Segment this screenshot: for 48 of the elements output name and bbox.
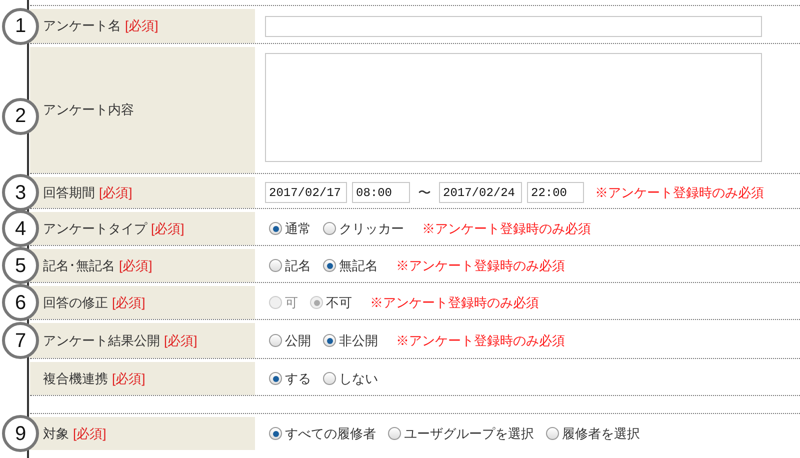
radio-option[interactable]: クリッカー — [323, 218, 404, 238]
radio-option[interactable]: ユーザグループを選択 — [388, 424, 534, 444]
required-mark: [必須] — [73, 424, 106, 443]
date-field[interactable]: 2017/02/24 — [439, 182, 522, 203]
range-separator: 〜 — [417, 184, 432, 202]
step-number: 6 — [2, 284, 39, 321]
step-number: 4 — [2, 210, 39, 247]
radio-option[interactable]: 無記名 — [323, 256, 378, 276]
required-note: ※アンケート登録時のみ必須 — [396, 332, 565, 350]
field-label: 記名･無記名 — [43, 256, 115, 275]
field-label: アンケート結果公開 — [43, 332, 160, 350]
radio-option[interactable]: 非公開 — [323, 330, 378, 350]
step-number: 2 — [2, 98, 39, 134]
required-note: ※アンケート登録時のみ必須 — [422, 220, 591, 238]
field-label: アンケートタイプ — [43, 220, 147, 238]
text-field[interactable] — [265, 16, 762, 36]
textarea-field[interactable] — [265, 53, 762, 162]
field-label: 回答期間 — [43, 184, 95, 202]
radio-option[interactable]: する — [269, 368, 311, 388]
radio-option[interactable]: 公開 — [269, 330, 311, 350]
required-mark: [必須] — [112, 294, 146, 312]
date-field[interactable]: 2017/02/17 — [265, 182, 347, 203]
required-mark: [必須] — [164, 332, 198, 350]
required-mark: [必須] — [151, 220, 184, 238]
radio-option[interactable]: しない — [323, 368, 378, 388]
step-number: 3 — [2, 174, 39, 211]
time-field[interactable]: 08:00 — [352, 182, 410, 203]
radio-option[interactable]: 記名 — [269, 256, 311, 276]
required-mark: [必須] — [119, 256, 152, 275]
radio-option[interactable]: すべての履修者 — [269, 424, 376, 444]
required-note: ※アンケート登録時のみ必須 — [595, 184, 764, 202]
field-label: 回答の修正 — [43, 294, 108, 312]
field-label: 複合機連携 — [43, 370, 108, 388]
field-label: アンケート名 — [43, 17, 121, 36]
field-label: アンケート内容 — [43, 101, 134, 120]
required-mark: [必須] — [125, 17, 158, 36]
step-number: 5 — [2, 247, 39, 284]
step-number: 7 — [2, 322, 39, 359]
required-note: ※アンケート登録時のみ必須 — [370, 294, 539, 312]
field-label: 対象 — [43, 424, 69, 443]
time-field[interactable]: 22:00 — [527, 182, 584, 203]
radio-option[interactable]: 履修者を選択 — [546, 424, 640, 444]
radio-option[interactable]: 通常 — [269, 218, 311, 238]
required-mark: [必須] — [112, 370, 146, 388]
required-note: ※アンケート登録時のみ必須 — [396, 256, 565, 275]
step-number: 9 — [2, 415, 39, 452]
required-mark: [必須] — [99, 184, 132, 202]
step-number: 1 — [2, 8, 39, 44]
